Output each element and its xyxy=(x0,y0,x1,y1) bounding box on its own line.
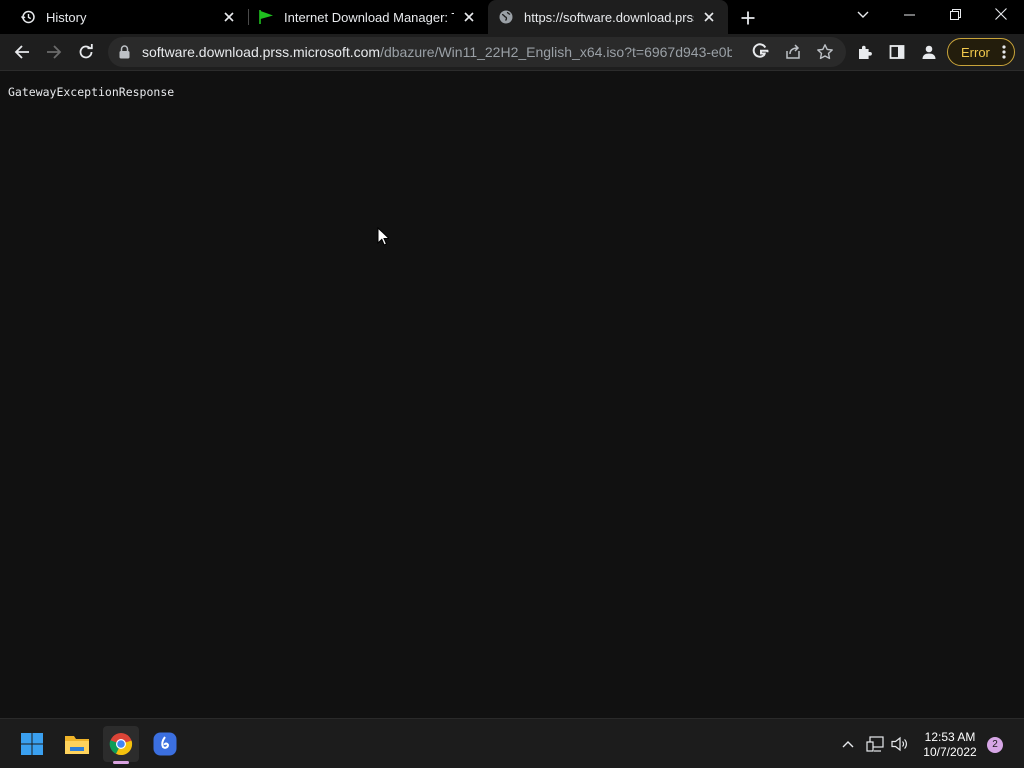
side-panel-icon xyxy=(889,45,905,59)
start-button[interactable] xyxy=(14,726,50,762)
extensions-button[interactable] xyxy=(851,38,879,66)
windows-taskbar: 12:53 AM 10/7/2022 2 xyxy=(0,718,1024,768)
more-vert-icon[interactable] xyxy=(1002,45,1006,64)
plus-icon xyxy=(741,11,755,25)
star-icon xyxy=(817,44,833,60)
page-content: GatewayExceptionResponse xyxy=(0,72,1024,718)
side-panel-button[interactable] xyxy=(883,38,911,66)
url-path: /dbazure/Win11_22H2_English_x64.iso?t=69… xyxy=(380,44,732,60)
clock-date: 10/7/2022 xyxy=(923,745,977,759)
reload-icon xyxy=(79,44,93,59)
share-button[interactable] xyxy=(783,42,803,62)
share-icon xyxy=(786,44,800,59)
address-bar[interactable]: software.download.prss.microsoft.com/dba… xyxy=(108,37,846,67)
puzzle-icon xyxy=(859,45,872,59)
minimize-button[interactable] xyxy=(898,5,920,25)
restore-button[interactable] xyxy=(944,4,966,24)
reload-button[interactable] xyxy=(72,38,100,66)
tab-search-button[interactable] xyxy=(852,5,874,25)
error-label: Error xyxy=(961,44,990,60)
network-button[interactable] xyxy=(865,734,885,754)
response-body-text: GatewayExceptionResponse xyxy=(8,85,175,99)
show-hidden-icons-button[interactable] xyxy=(838,734,858,754)
url-host: software.download.prss.microsoft.com xyxy=(142,44,381,60)
close-tab-icon[interactable] xyxy=(460,8,478,26)
close-window-button[interactable] xyxy=(990,4,1012,24)
url-text[interactable]: software.download.prss.microsoft.com/dba… xyxy=(142,37,732,67)
notification-badge[interactable]: 2 xyxy=(987,737,1003,753)
close-tab-icon[interactable] xyxy=(700,8,718,26)
volume-button[interactable] xyxy=(890,734,910,754)
google-lens-button[interactable] xyxy=(751,42,771,62)
tab-title: Internet Download Manager: The xyxy=(284,9,454,25)
file-explorer-icon xyxy=(65,736,89,754)
file-explorer-button[interactable] xyxy=(59,726,95,762)
profile-error-chip[interactable]: Error xyxy=(947,38,1015,66)
close-icon xyxy=(995,8,1007,20)
tab-active-download[interactable]: https://software.download.prss.m xyxy=(488,0,728,34)
arrow-right-icon xyxy=(47,45,62,59)
active-app-indicator xyxy=(113,761,129,764)
globe-icon xyxy=(498,9,514,25)
mouse-cursor-icon xyxy=(377,226,391,251)
chevron-down-icon xyxy=(857,11,869,18)
history-icon xyxy=(20,9,36,25)
bookmark-button[interactable] xyxy=(815,42,835,62)
profile-button[interactable] xyxy=(915,38,943,66)
tab-title: https://software.download.prss.m xyxy=(524,9,694,25)
tab-idm[interactable]: Internet Download Manager: The xyxy=(250,0,486,34)
clock-time: 12:53 AM xyxy=(924,730,976,744)
system-clock[interactable]: 12:53 AM 10/7/2022 xyxy=(918,730,982,760)
new-tab-button[interactable] xyxy=(737,7,759,29)
tab-strip: History Internet Download Manager: The h… xyxy=(0,0,1024,34)
arrow-left-icon xyxy=(14,45,29,59)
app-icon xyxy=(153,732,177,756)
close-tab-icon[interactable] xyxy=(220,8,238,26)
tab-title: History xyxy=(46,9,87,25)
lock-icon xyxy=(119,45,130,64)
speaker-icon xyxy=(891,736,907,752)
chevron-up-icon xyxy=(842,741,854,748)
back-button[interactable] xyxy=(8,38,36,66)
idm-flag-icon xyxy=(258,9,274,25)
windows-start-icon xyxy=(21,733,43,755)
avatar-icon xyxy=(922,45,936,59)
pinned-app-button[interactable] xyxy=(147,726,183,762)
browser-toolbar: software.download.prss.microsoft.com/dba… xyxy=(0,34,1024,71)
restore-icon xyxy=(949,8,961,20)
tab-history[interactable]: History xyxy=(10,0,246,34)
google-icon xyxy=(752,43,769,58)
network-icon xyxy=(866,736,884,752)
chrome-icon xyxy=(109,733,133,756)
forward-button[interactable] xyxy=(40,38,68,66)
chrome-taskbar-button[interactable] xyxy=(103,726,139,762)
tab-separator xyxy=(248,9,249,25)
minimize-icon xyxy=(903,14,915,16)
